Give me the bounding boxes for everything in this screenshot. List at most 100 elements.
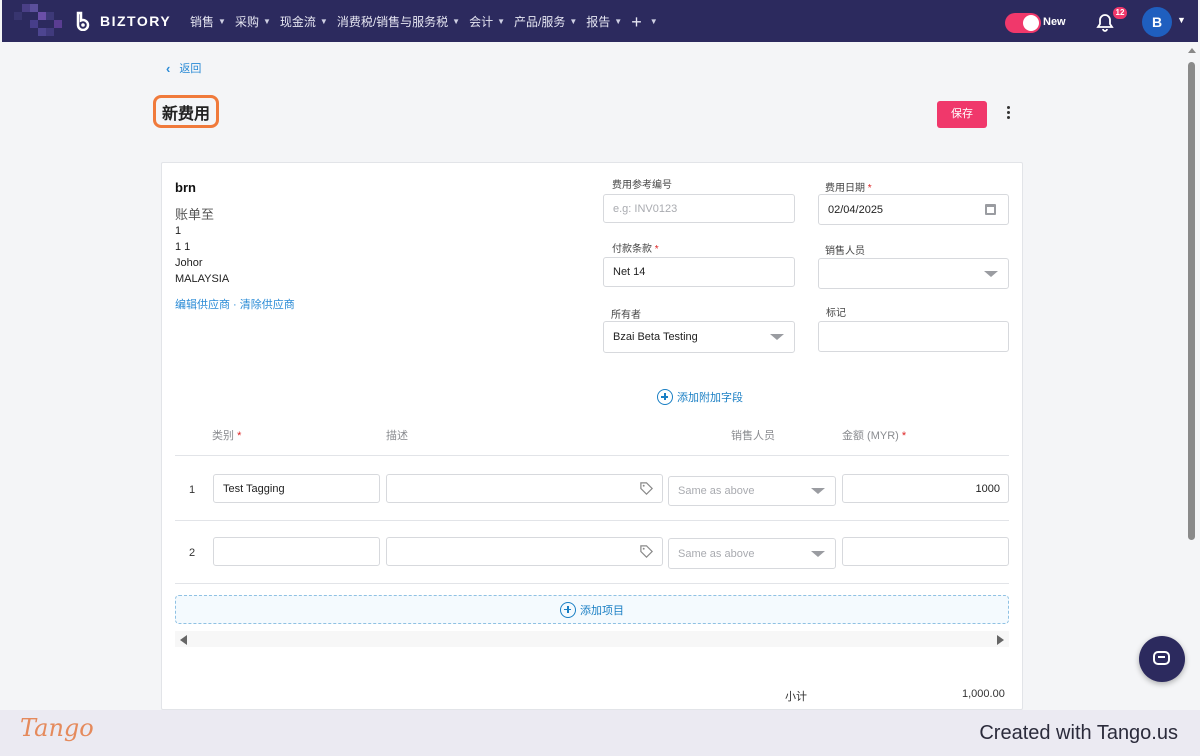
line-salesperson-select[interactable]: Same as above bbox=[668, 538, 836, 569]
line-salesperson-select[interactable]: Same as above bbox=[668, 476, 836, 506]
bill-to-label: 账单至 bbox=[175, 207, 215, 222]
dropdown-arrow-icon bbox=[811, 550, 825, 557]
date-label-text: 费用日期 bbox=[825, 183, 865, 194]
chevron-down-icon: ▼ bbox=[649, 17, 658, 26]
subtotal-value: 1,000.00 bbox=[962, 688, 1005, 700]
row-number: 1 bbox=[189, 484, 196, 496]
notification-count-badge: 12 bbox=[1113, 7, 1127, 19]
amount-input[interactable]: 1000 bbox=[842, 474, 1009, 503]
back-link[interactable]: ‹ 返回 bbox=[166, 60, 201, 76]
col-header-description: 描述 bbox=[386, 430, 408, 442]
col-header-category-text: 类别 bbox=[212, 430, 234, 442]
ref-input[interactable]: e.g: INV0123 bbox=[603, 194, 795, 223]
clear-vendor-link[interactable]: 清除供应商 bbox=[240, 299, 295, 311]
back-label: 返回 bbox=[179, 63, 202, 75]
date-value: 02/04/2025 bbox=[828, 203, 884, 216]
menu-tax[interactable]: 消费税/销售与服务税 ▼ bbox=[337, 13, 460, 30]
description-input[interactable] bbox=[386, 474, 663, 503]
tag-icon[interactable] bbox=[639, 481, 654, 496]
add-field-button[interactable]: 添加附加字段 bbox=[657, 389, 743, 405]
owner-label: 所有者 bbox=[611, 310, 641, 321]
tag-icon[interactable] bbox=[639, 544, 654, 559]
chat-button[interactable] bbox=[1139, 636, 1185, 682]
user-avatar[interactable]: B bbox=[1142, 7, 1172, 37]
salesperson-select[interactable] bbox=[818, 258, 1009, 289]
page-title: 新费用 bbox=[153, 95, 219, 128]
menu-accounting[interactable]: 会计 ▼ bbox=[469, 13, 505, 30]
salesperson-label: 销售人员 bbox=[825, 246, 865, 257]
menu-purchase-label: 采购 bbox=[234, 15, 259, 29]
vendor-name: brn bbox=[175, 180, 196, 195]
dropdown-arrow-icon bbox=[984, 270, 998, 277]
chevron-down-icon: ▼ bbox=[569, 17, 578, 26]
chevron-down-icon: ▼ bbox=[497, 17, 506, 26]
scroll-left-arrow-icon[interactable] bbox=[180, 635, 187, 645]
divider bbox=[175, 455, 1009, 456]
chevron-down-icon: ▼ bbox=[218, 17, 226, 26]
brand-logo[interactable]: BIZTORY bbox=[74, 11, 171, 32]
menu-reports[interactable]: 报告 ▼ bbox=[586, 13, 622, 30]
biztory-logo-icon bbox=[74, 11, 94, 32]
col-header-amount-text: 金额 (MYR) bbox=[842, 430, 899, 442]
required-marker: * bbox=[901, 430, 907, 442]
link-separator: · bbox=[230, 299, 240, 311]
required-marker: * bbox=[237, 430, 242, 442]
calendar-icon[interactable] bbox=[985, 204, 996, 215]
created-with-text: Created with Tango.us bbox=[979, 722, 1178, 744]
new-ui-label: New bbox=[1043, 16, 1066, 28]
menu-sales[interactable]: 销售 ▼ bbox=[190, 13, 226, 30]
amount-input[interactable] bbox=[842, 537, 1009, 566]
add-item-label: 添加项目 bbox=[580, 604, 624, 617]
chevron-down-icon: ▼ bbox=[452, 17, 461, 26]
edit-vendor-link[interactable]: 编辑供应商 bbox=[175, 299, 230, 311]
chevron-down-icon[interactable]: ▼ bbox=[1177, 15, 1186, 25]
chevron-down-icon: ▼ bbox=[614, 17, 623, 26]
top-nav: BIZTORY 销售 ▼ 采购 ▼ 现金流 ▼ 消费税/销售与服务税 ▼ 会计 ▼ 产品/… bbox=[2, 0, 1198, 42]
menu-cashflow[interactable]: 现金流 ▼ bbox=[280, 13, 328, 30]
menu-products[interactable]: 产品/服务 ▼ bbox=[514, 13, 577, 30]
tag-input[interactable] bbox=[818, 321, 1009, 352]
terms-label-text: 付款条款 bbox=[612, 244, 652, 255]
chevron-left-icon: ‹ bbox=[166, 60, 171, 76]
category-input[interactable]: Test Tagging bbox=[213, 474, 380, 503]
tango-logo: Tango bbox=[20, 714, 94, 742]
terms-label: 付款条款 * bbox=[612, 240, 659, 255]
save-button[interactable]: 保存 bbox=[937, 101, 987, 128]
dropdown-arrow-icon bbox=[811, 488, 825, 494]
col-header-category: 类别 * bbox=[212, 427, 241, 443]
table-horizontal-scrollbar[interactable] bbox=[175, 631, 1009, 647]
chevron-down-icon: ▼ bbox=[262, 17, 271, 26]
add-item-button[interactable]: 添加项目 bbox=[175, 595, 1009, 624]
plus-icon: + bbox=[631, 11, 642, 32]
required-marker: * bbox=[867, 183, 872, 194]
ref-label: 费用参考编号 bbox=[612, 180, 672, 191]
line-salesperson-value: Same as above bbox=[678, 485, 755, 497]
add-field-label: 添加附加字段 bbox=[677, 392, 743, 404]
line-salesperson-value: Same as above bbox=[678, 547, 755, 560]
plus-circle-icon bbox=[657, 389, 673, 405]
divider bbox=[175, 520, 1009, 521]
menu-quick-add[interactable]: + ▼ bbox=[631, 11, 658, 32]
scroll-right-arrow-icon[interactable] bbox=[997, 635, 1004, 645]
vendor-links: 编辑供应商 · 清除供应商 bbox=[175, 296, 435, 312]
menu-tax-label: 消费税/销售与服务税 bbox=[336, 15, 449, 29]
owner-value: Bzai Beta Testing bbox=[613, 331, 698, 343]
menu-purchase[interactable]: 采购 ▼ bbox=[235, 13, 271, 30]
description-input[interactable] bbox=[386, 537, 663, 566]
col-header-salesperson: 销售人员 bbox=[731, 430, 775, 442]
toggle-knob bbox=[1023, 15, 1039, 31]
address-line: Johor bbox=[175, 257, 203, 269]
new-ui-toggle[interactable] bbox=[1005, 13, 1041, 33]
payment-terms-input[interactable]: Net 14 bbox=[603, 257, 795, 287]
brand-pixel-pattern bbox=[2, 0, 62, 42]
date-label: 费用日期 * bbox=[825, 179, 872, 194]
scroll-up-arrow-icon[interactable] bbox=[1188, 48, 1196, 53]
scrollbar-thumb[interactable] bbox=[1188, 62, 1195, 540]
owner-select[interactable]: Bzai Beta Testing bbox=[603, 321, 795, 353]
page-scrollbar[interactable] bbox=[1185, 42, 1200, 710]
more-options-icon[interactable] bbox=[1002, 106, 1014, 124]
date-input[interactable]: 02/04/2025 bbox=[818, 194, 1009, 225]
vendor-block: brn 账单至 1 1 1 Johor MALAYSIA 编辑供应商 · 清除供… bbox=[175, 180, 435, 312]
category-input[interactable] bbox=[213, 537, 380, 566]
bell-icon[interactable] bbox=[1095, 12, 1115, 32]
